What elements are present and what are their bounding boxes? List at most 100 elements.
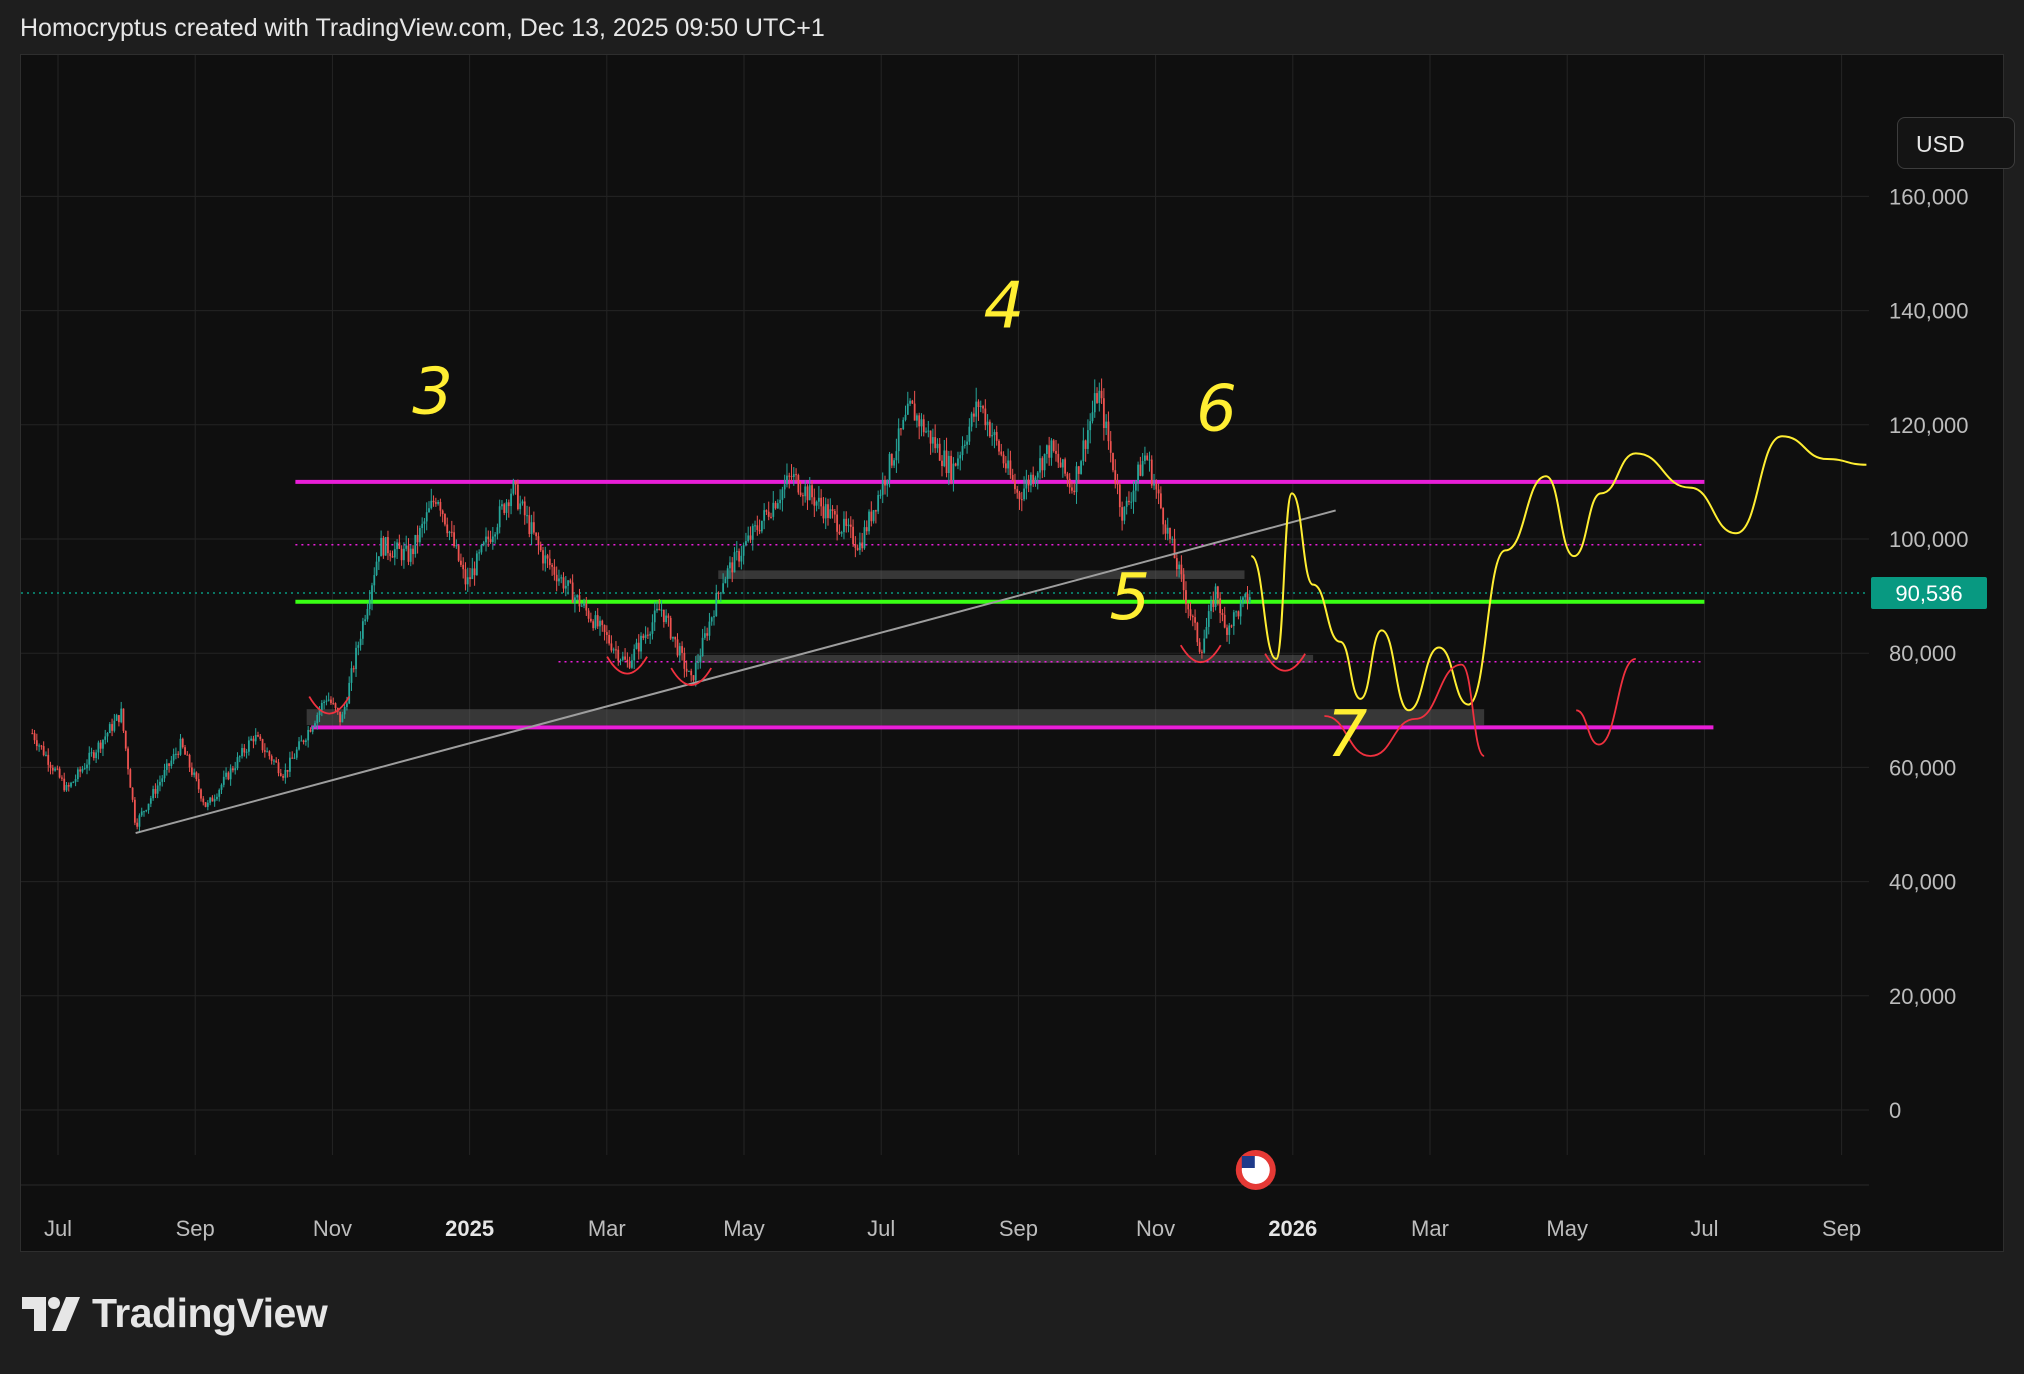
candle-body <box>389 553 392 557</box>
candle-body <box>770 516 772 518</box>
candle-body <box>1246 593 1249 603</box>
candle-body <box>1148 459 1151 461</box>
candle-body <box>742 545 745 556</box>
candle-body <box>1023 488 1025 500</box>
candle-body <box>243 748 246 753</box>
candle-body <box>576 595 579 598</box>
candle-body <box>250 738 253 741</box>
candle-body <box>1162 508 1165 525</box>
candle-body <box>1027 479 1030 486</box>
candle-body <box>304 740 307 743</box>
candle-body <box>963 444 966 446</box>
candle-body <box>1228 625 1231 635</box>
candle-body <box>893 460 896 466</box>
candle-body <box>708 621 711 636</box>
candle-body <box>197 779 200 790</box>
candle-body <box>220 784 223 790</box>
candle-body <box>719 592 722 594</box>
candle-body <box>494 534 497 537</box>
candle-body <box>587 610 590 619</box>
candle-body <box>482 542 485 545</box>
candle-body <box>792 474 795 478</box>
candle-body <box>979 406 982 408</box>
candle-body <box>501 504 503 507</box>
candle-body <box>263 750 266 752</box>
candle-body <box>346 703 348 707</box>
candle-body <box>33 733 36 741</box>
candle-body <box>542 550 544 564</box>
candle-body <box>434 502 437 504</box>
candle-body <box>642 635 645 638</box>
candle-body <box>1182 574 1185 591</box>
candle-body <box>854 544 857 548</box>
price-chart[interactable]: 3 4 5 6 7 0 20,000 40,000 60,000 80,000 100,000 12… <box>21 55 2005 1253</box>
candle-body <box>407 545 410 562</box>
candle-body <box>1137 464 1139 482</box>
candle-body <box>366 608 369 620</box>
candle-body <box>471 568 474 580</box>
candle-body <box>234 768 237 771</box>
candle-body <box>662 609 665 622</box>
candle-body <box>1121 507 1124 521</box>
candle-body <box>225 772 227 777</box>
candle-body <box>1237 611 1240 617</box>
candle-body <box>617 649 620 661</box>
candle-body <box>286 769 289 772</box>
candle-body <box>977 401 980 407</box>
chart-frame[interactable]: 3 4 5 6 7 0 20,000 40,000 60,000 80,000 100,000 12… <box>20 54 2015 1253</box>
candle-body <box>804 486 807 497</box>
candle-body <box>843 518 845 533</box>
candle-body <box>813 497 816 506</box>
candle-body <box>902 419 905 430</box>
candle-body <box>83 768 86 770</box>
candle-body <box>859 542 861 551</box>
candle-body <box>188 754 191 768</box>
candle-body <box>450 531 453 533</box>
candle-body <box>888 453 891 481</box>
candle-body <box>1185 590 1187 605</box>
candle-body <box>1048 445 1051 458</box>
x-tick-label: 2026 <box>1268 1216 1317 1241</box>
candle-body <box>824 504 827 519</box>
candle-body <box>218 789 221 797</box>
candle-body <box>175 753 177 755</box>
candle-body <box>683 652 686 669</box>
candle-body <box>982 406 984 409</box>
candle-body <box>1041 458 1044 471</box>
tradingview-logo[interactable]: TradingView <box>22 1290 328 1337</box>
candle-body <box>371 585 373 601</box>
candle-body <box>1105 421 1108 429</box>
candle-body <box>829 509 832 519</box>
candle-body <box>352 668 355 670</box>
candle-body <box>1116 483 1119 485</box>
candle-body <box>136 822 139 827</box>
candle-body <box>512 481 515 494</box>
candle-body <box>578 595 581 607</box>
candle-body <box>833 511 836 515</box>
candle-body <box>339 711 341 723</box>
candle-body <box>1050 440 1053 458</box>
candle-body <box>580 605 583 607</box>
candle-body <box>1141 460 1144 476</box>
candle-body <box>145 810 148 812</box>
candle-body <box>453 532 455 547</box>
candle-body <box>1244 593 1247 598</box>
candle-body <box>507 502 510 507</box>
candle-body <box>749 535 752 540</box>
candle-body <box>1175 558 1178 570</box>
candle-body <box>375 561 378 576</box>
candle-body <box>745 541 747 546</box>
candle-body <box>991 435 994 437</box>
candle-body <box>585 603 588 611</box>
currency-button[interactable]: USD <box>1897 117 2015 169</box>
candle-body <box>722 583 725 593</box>
candle-body <box>1075 466 1078 493</box>
candle-body <box>815 501 818 506</box>
candle-body <box>947 455 950 474</box>
candle-body <box>391 556 394 558</box>
candle-body <box>1221 613 1224 615</box>
candle-body <box>165 763 168 770</box>
candle-body <box>1102 398 1105 429</box>
candle-body <box>466 577 469 585</box>
candle-body <box>462 564 465 570</box>
